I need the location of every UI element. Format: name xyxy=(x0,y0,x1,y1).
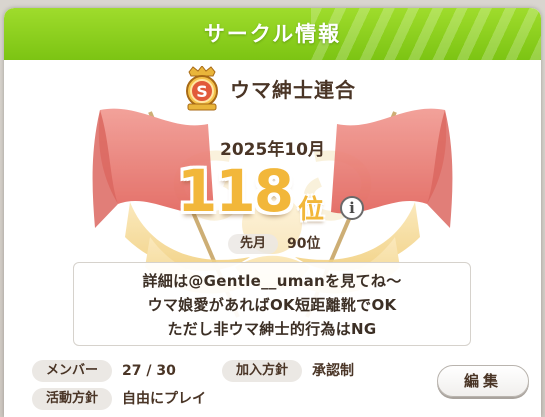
activity-policy-label: 活動方針 xyxy=(32,388,112,410)
description-line: 詳細は@Gentle__umanを見てね～ xyxy=(142,272,402,290)
member-label: メンバー xyxy=(32,360,112,382)
join-policy-value: 承認制 xyxy=(312,363,354,379)
gold-shield-badge-icon: S xyxy=(186,66,218,111)
badge-letter: S xyxy=(196,82,208,101)
member-value: 27 / 30 xyxy=(122,363,176,379)
circle-name: ウマ紳士連合 xyxy=(230,78,356,102)
join-policy-label: 加入方針 xyxy=(222,360,302,382)
edit-button[interactable]: 編集 xyxy=(437,365,529,397)
last-month-label: 先月 xyxy=(239,236,266,251)
rank-number: 118 xyxy=(177,157,294,225)
description-line: ただし非ウマ紳士的行為はNG xyxy=(167,320,377,338)
description-line: ウマ娘愛があればOK短距離靴でOK xyxy=(147,296,397,314)
activity-policy-value: 自由にプレイ xyxy=(122,391,206,407)
last-month-value: 90位 xyxy=(287,236,321,252)
info-icon[interactable]: i xyxy=(340,196,364,220)
rank-unit: 位 xyxy=(298,195,325,225)
